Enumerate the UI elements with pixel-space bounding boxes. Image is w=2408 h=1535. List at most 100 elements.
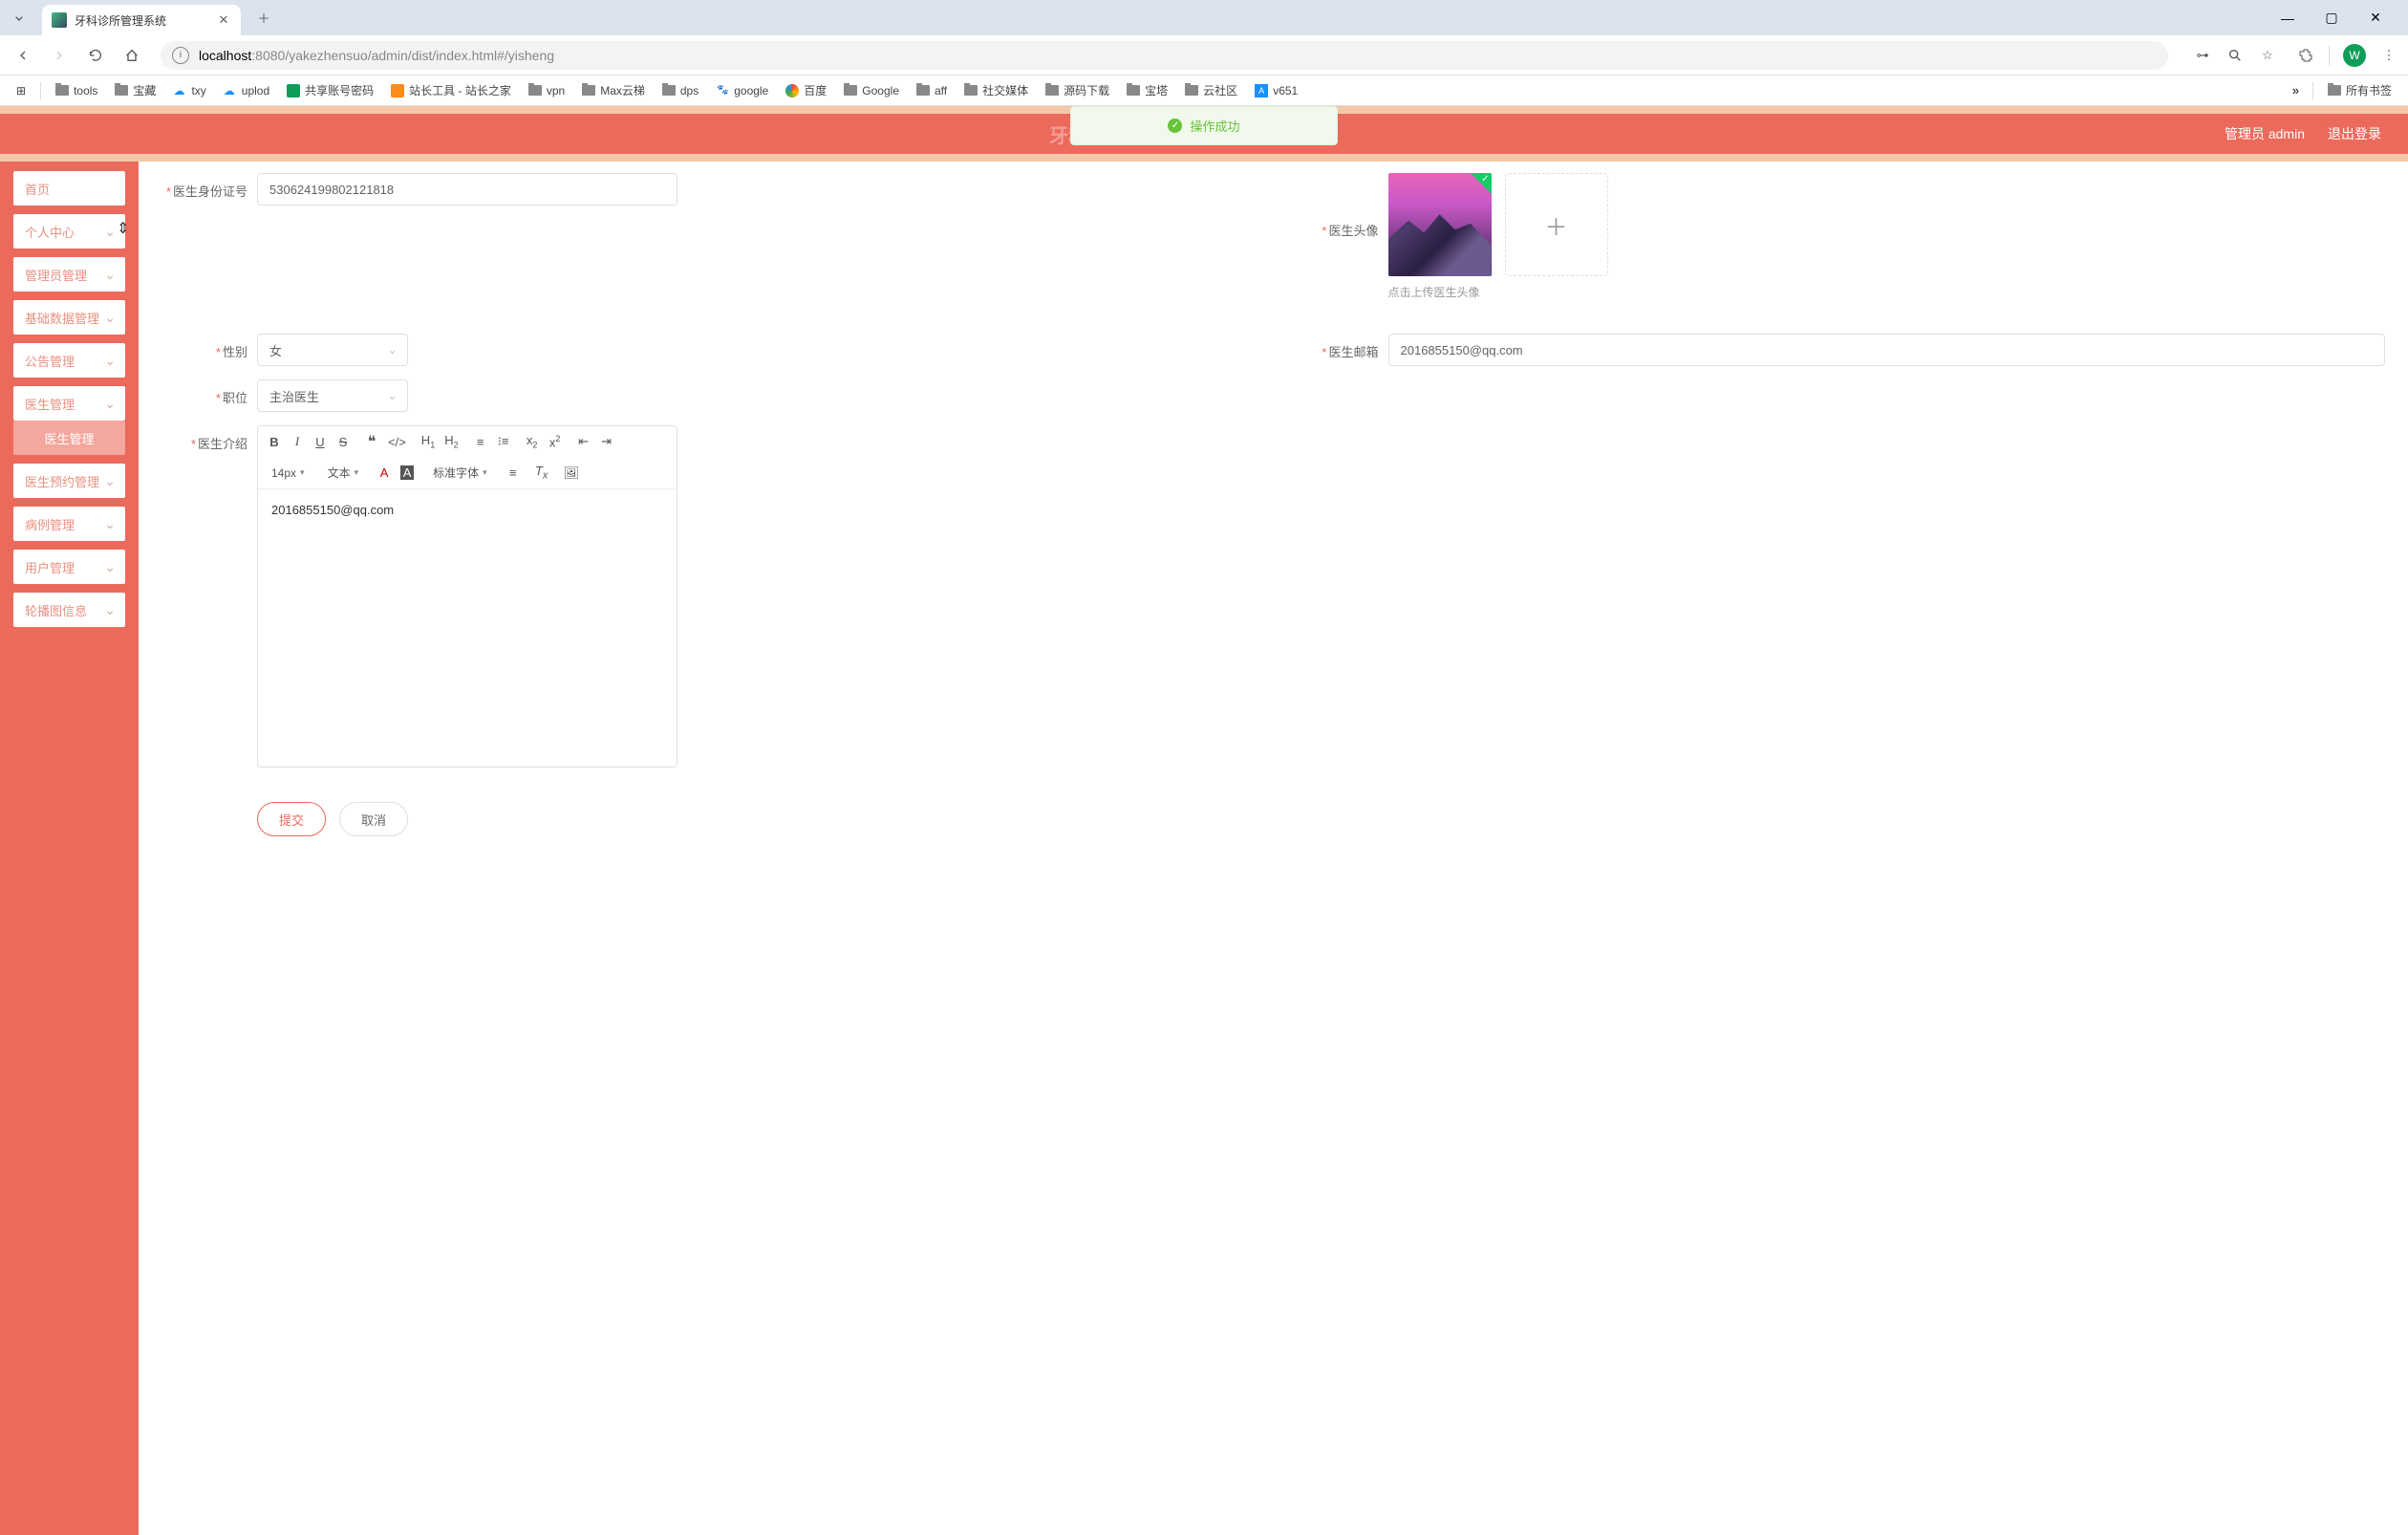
bookmark-item[interactable]: tools [49,80,104,101]
maximize-button[interactable]: ▢ [2318,5,2345,32]
bookmark-item[interactable]: 站长工具 - 站长之家 [384,78,518,102]
sheets-icon [287,84,300,97]
url-input[interactable]: i localhost:8080/yakezhensuo/admin/dist/… [161,41,2168,70]
indent-right-button[interactable]: ⇥ [600,434,613,449]
bookmark-label: 站长工具 - 站长之家 [409,82,511,98]
bookmark-item[interactable]: 宝藏 [108,78,162,102]
sidebar-item[interactable]: 用户管理 [13,550,125,584]
sidebar-item[interactable]: 基础数据管理 [13,300,125,335]
sidebar-item[interactable]: 病例管理 [13,507,125,541]
submit-button[interactable]: 提交 [257,802,326,836]
sidebar-item[interactable]: 首页 [13,171,125,205]
zoom-icon[interactable] [2225,46,2245,65]
extensions-icon[interactable] [2296,46,2315,65]
bookmark-item[interactable]: dps [656,80,705,101]
blocktype-select[interactable]: 文本▾ [324,463,363,483]
form-grid: *医生身份证号 *医生头像 ＋ 点击上传医生头像 [161,173,2385,781]
ordered-list-button[interactable]: ≡ [474,435,487,449]
minimize-button[interactable]: ― [2274,5,2301,32]
blockquote-button[interactable]: ❝ [365,432,378,451]
bookmark-item[interactable]: 源码下载 [1039,78,1116,102]
subscript-button[interactable]: x2 [526,433,539,450]
sidebar-item[interactable]: 医生管理 [13,386,125,421]
image-button[interactable]: 🖼 [564,465,580,481]
underline-button[interactable]: U [313,435,327,449]
bookmark-item[interactable]: vpn [522,80,571,101]
apps-button[interactable]: ⊞ [10,80,32,101]
main-content: *医生身份证号 *医生头像 ＋ 点击上传医生头像 [139,162,2408,1535]
add-avatar-button[interactable]: ＋ [1505,173,1608,276]
google-icon [785,84,799,97]
code-button[interactable]: </> [388,435,406,449]
home-button[interactable] [118,42,145,69]
tab-title: 牙科诊所管理系统 [75,12,210,29]
reload-button[interactable] [82,42,109,69]
bookmark-label: 社交媒体 [982,82,1028,98]
cancel-button[interactable]: 取消 [339,802,408,836]
superscript-button[interactable]: x2 [548,434,562,449]
address-bar: i localhost:8080/yakezhensuo/admin/dist/… [0,35,2408,76]
menu-button[interactable]: ⋮ [2379,46,2398,65]
spacer [1293,379,2386,425]
indent-left-button[interactable]: ⇤ [577,434,591,449]
bookmark-item[interactable]: Google [837,80,906,101]
browser-tab[interactable]: 牙科诊所管理系统 ✕ [42,5,241,35]
bg-color-button[interactable]: A [400,465,414,480]
bookmark-item[interactable]: aff [910,80,954,101]
new-tab-button[interactable]: ＋ [250,5,277,32]
close-window-button[interactable]: ✕ [2362,5,2389,32]
bookmark-item[interactable]: Av651 [1248,80,1304,101]
bookmark-overflow[interactable]: » [2287,79,2305,101]
align-button[interactable]: ≡ [506,465,520,480]
fontfamily-select[interactable]: 标准字体▾ [429,463,491,483]
bookmark-label: Max云梯 [600,82,645,98]
sidebar-item[interactable]: 个人中心 [13,214,125,249]
tab-close-button[interactable]: ✕ [216,12,231,28]
position-select[interactable]: 主治医生 [257,379,408,412]
bookmark-item[interactable]: 百度 [779,78,833,102]
bookmark-item[interactable]: ☁uplod [217,80,276,101]
bookmark-item[interactable]: ☁txy [166,80,212,101]
bookmark-item[interactable]: Max云梯 [575,78,652,102]
doctor-email-input[interactable] [1388,334,2386,366]
sidebar-item[interactable]: 轮播图信息 [13,593,125,627]
italic-button[interactable]: I [290,434,304,449]
password-key-icon[interactable]: ⊶ [2193,46,2212,65]
editor-textarea[interactable]: 2016855150@qq.com ⇕ [258,489,677,767]
logout-button[interactable]: 退出登录 [2328,124,2381,143]
bold-button[interactable]: B [268,435,281,449]
fontsize-select[interactable]: 14px▾ [268,465,309,482]
forward-button[interactable] [46,42,73,69]
editor-text: 2016855150@qq.com [271,503,394,517]
sidebar-item[interactable]: 公告管理 [13,343,125,378]
h1-button[interactable]: H1 [421,433,435,450]
h2-button[interactable]: H2 [444,433,458,450]
site-info-icon[interactable]: i [172,47,189,64]
back-button[interactable] [10,42,36,69]
bookmark-item[interactable]: 🐾google [709,80,775,101]
bookmark-star-icon[interactable]: ☆ [2258,46,2277,65]
form-row-email: *医生邮箱 [1293,334,2386,366]
bookmark-item[interactable]: 云社区 [1178,78,1244,102]
tab-search-dropdown[interactable] [8,7,31,30]
sidebar-item[interactable]: 管理员管理 [13,257,125,292]
bookmark-bar: ⊞ tools宝藏☁txy☁uplod共享账号密码 站长工具 - 站长之家 vpn M… [0,76,2408,106]
strike-button[interactable]: S [336,435,350,449]
avatar-thumbnail[interactable] [1388,173,1492,276]
sidebar-item[interactable]: 医生预约管理 [13,464,125,498]
unordered-list-button[interactable]: ⁝≡ [497,434,510,449]
profile-avatar[interactable]: W [2343,44,2366,67]
text-color-button[interactable]: A [377,465,391,480]
sidebar-subitem[interactable]: 医生管理 [13,421,125,455]
bookmark-item[interactable]: 共享账号密码 [280,78,380,102]
bookmark-label: 源码下载 [1064,82,1109,98]
form-label: *医生介绍 [161,425,257,452]
bookmark-list: tools宝藏☁txy☁uplod共享账号密码 站长工具 - 站长之家 vpn Max… [49,78,1304,102]
all-bookmarks-button[interactable]: 所有书签 [2321,78,2398,102]
bookmark-item[interactable]: 社交媒体 [957,78,1035,102]
form-row-gender: *性别 女 [161,334,1255,366]
gender-select[interactable]: 女 [257,334,408,366]
clear-format-button[interactable]: Tx [535,464,548,482]
bookmark-item[interactable]: 宝塔 [1120,78,1174,102]
doctor-id-input[interactable] [257,173,677,205]
